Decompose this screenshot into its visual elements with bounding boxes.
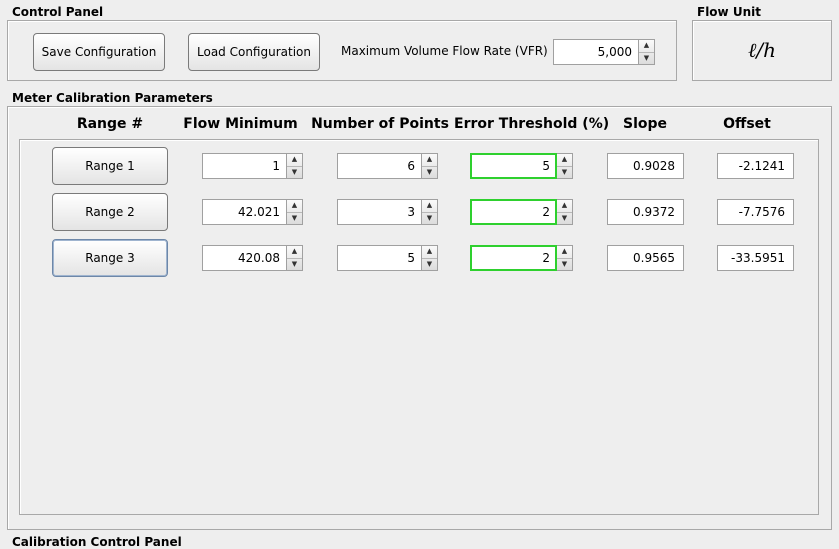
num-points-spinner[interactable]: 6 ▲ ▼ xyxy=(337,153,438,179)
spin-arrows[interactable]: ▲ ▼ xyxy=(287,199,303,225)
flow-min-spinner[interactable]: 42.021 ▲ ▼ xyxy=(202,199,303,225)
spin-up-arrow-icon[interactable]: ▲ xyxy=(422,154,437,167)
spin-down-arrow-icon[interactable]: ▼ xyxy=(422,259,437,271)
spin-arrows[interactable]: ▲ ▼ xyxy=(422,153,438,179)
spin-up-arrow-icon[interactable]: ▲ xyxy=(557,246,572,259)
header-flow-minimum: Flow Minimum xyxy=(183,116,298,132)
spin-arrows[interactable]: ▲ ▼ xyxy=(557,245,573,271)
error-threshold-spinner[interactable]: 2 ▲ ▼ xyxy=(470,199,573,225)
header-error-threshold: Error Threshold (%) xyxy=(454,116,610,132)
calibration-table-panel: Range 1 1 ▲ ▼ 6 ▲ ▼ 5 ▲ ▼ 0.9028 -2.1241 Ra… xyxy=(19,139,819,515)
spin-arrows[interactable]: ▲ ▼ xyxy=(422,199,438,225)
load-configuration-button[interactable]: Load Configuration xyxy=(188,33,320,71)
calibration-box: Range # Flow Minimum Number of Points Er… xyxy=(7,106,832,530)
slope-field[interactable]: 0.9372 xyxy=(607,199,684,225)
spin-down-arrow-icon[interactable]: ▼ xyxy=(639,53,654,65)
vfr-label: Maximum Volume Flow Rate (VFR) xyxy=(341,44,548,58)
error-threshold-spinner[interactable]: 2 ▲ ▼ xyxy=(470,245,573,271)
flow-unit-value: ℓ/h xyxy=(748,38,776,62)
flow-unit-box: ℓ/h xyxy=(692,20,832,81)
flow-min-spinner[interactable]: 420.08 ▲ ▼ xyxy=(202,245,303,271)
spin-down-arrow-icon[interactable]: ▼ xyxy=(557,167,572,179)
error-threshold-input[interactable]: 2 xyxy=(470,245,557,271)
header-number-of-points: Number of Points xyxy=(311,116,449,132)
slope-field[interactable]: 0.9565 xyxy=(607,245,684,271)
spin-down-arrow-icon[interactable]: ▼ xyxy=(287,259,302,271)
flow-min-input[interactable]: 1 xyxy=(202,153,287,179)
flow-min-spinner[interactable]: 1 ▲ ▼ xyxy=(202,153,303,179)
calibration-control-panel-title: Calibration Control Panel xyxy=(12,535,182,549)
spin-arrows[interactable]: ▲ ▼ xyxy=(557,153,573,179)
spin-up-arrow-icon[interactable]: ▲ xyxy=(557,154,572,167)
spin-down-arrow-icon[interactable]: ▼ xyxy=(422,213,437,225)
num-points-spinner[interactable]: 5 ▲ ▼ xyxy=(337,245,438,271)
control-panel-title: Control Panel xyxy=(12,5,104,19)
header-offset: Offset xyxy=(723,116,771,132)
spin-down-arrow-icon[interactable]: ▼ xyxy=(422,167,437,179)
spin-up-arrow-icon[interactable]: ▲ xyxy=(287,246,302,259)
spin-down-arrow-icon[interactable]: ▼ xyxy=(287,213,302,225)
spin-arrows[interactable]: ▲ ▼ xyxy=(287,153,303,179)
range-2-button[interactable]: Range 2 xyxy=(52,193,168,231)
save-configuration-button[interactable]: Save Configuration xyxy=(33,33,165,71)
num-points-spinner[interactable]: 3 ▲ ▼ xyxy=(337,199,438,225)
error-threshold-spinner[interactable]: 5 ▲ ▼ xyxy=(470,153,573,179)
range-3-button[interactable]: Range 3 xyxy=(52,239,168,277)
header-range: Range # xyxy=(76,116,144,132)
flow-min-input[interactable]: 420.08 xyxy=(202,245,287,271)
spin-up-arrow-icon[interactable]: ▲ xyxy=(422,246,437,259)
error-threshold-input[interactable]: 2 xyxy=(470,199,557,225)
spin-up-arrow-icon[interactable]: ▲ xyxy=(422,200,437,213)
error-threshold-input[interactable]: 5 xyxy=(470,153,557,179)
control-panel-box: Save Configuration Load Configuration Ma… xyxy=(7,20,677,81)
num-points-input[interactable]: 3 xyxy=(337,199,422,225)
spin-up-arrow-icon[interactable]: ▲ xyxy=(287,200,302,213)
spin-down-arrow-icon[interactable]: ▼ xyxy=(557,213,572,225)
offset-field[interactable]: -7.7576 xyxy=(717,199,794,225)
num-points-input[interactable]: 6 xyxy=(337,153,422,179)
spin-up-arrow-icon[interactable]: ▲ xyxy=(639,40,654,53)
flow-min-input[interactable]: 42.021 xyxy=(202,199,287,225)
vfr-spinner[interactable]: 5,000 ▲ ▼ xyxy=(553,39,655,65)
spin-down-arrow-icon[interactable]: ▼ xyxy=(557,259,572,271)
flow-unit-title: Flow Unit xyxy=(697,5,761,19)
header-slope: Slope xyxy=(622,116,668,132)
spin-arrows[interactable]: ▲ ▼ xyxy=(557,199,573,225)
spin-up-arrow-icon[interactable]: ▲ xyxy=(557,200,572,213)
spin-up-arrow-icon[interactable]: ▲ xyxy=(287,154,302,167)
spin-arrows[interactable]: ▲ ▼ xyxy=(287,245,303,271)
offset-field[interactable]: -2.1241 xyxy=(717,153,794,179)
slope-field[interactable]: 0.9028 xyxy=(607,153,684,179)
num-points-input[interactable]: 5 xyxy=(337,245,422,271)
vfr-input[interactable]: 5,000 xyxy=(553,39,639,65)
range-1-button[interactable]: Range 1 xyxy=(52,147,168,185)
offset-field[interactable]: -33.5951 xyxy=(717,245,794,271)
spin-arrows[interactable]: ▲ ▼ xyxy=(422,245,438,271)
spin-down-arrow-icon[interactable]: ▼ xyxy=(287,167,302,179)
calibration-title: Meter Calibration Parameters xyxy=(12,91,213,105)
vfr-spin-arrows[interactable]: ▲ ▼ xyxy=(639,39,655,65)
